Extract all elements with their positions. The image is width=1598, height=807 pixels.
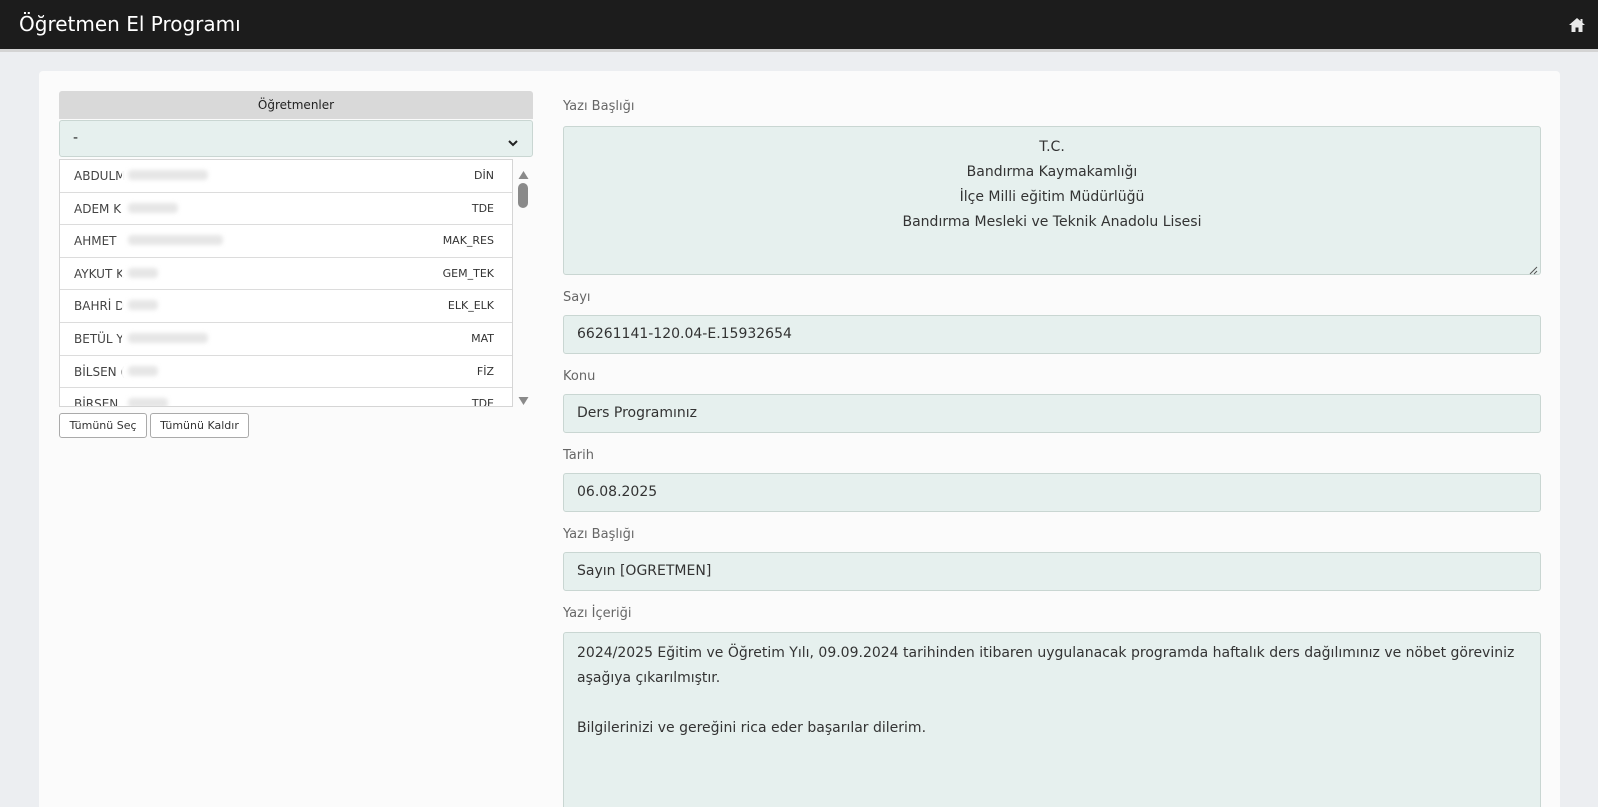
subject-input[interactable]: Ders Programınız [563,394,1541,433]
home-icon[interactable] [1568,16,1586,34]
content-blank-line [577,691,1527,716]
redacted-text [122,166,457,186]
chevron-down-icon [506,129,520,147]
list-item[interactable]: ABDULM DİN [60,160,512,193]
list-item[interactable]: BAHRİ D ELK_ELK [60,290,512,323]
subject-label: Konu [563,369,596,384]
number-input[interactable]: 66261141-120.04-E.15932654 [563,315,1541,354]
scroll-up-icon[interactable] [518,165,529,179]
redacted-text [122,361,457,382]
list-item[interactable]: AHMET MAK_RES [60,225,512,258]
content-line: aşağıya çıkarılmıştır. [577,670,721,686]
teacher-name: ABDULM [74,169,126,183]
teacher-branch: FİZ [476,364,494,378]
list-scrollbar[interactable] [514,159,533,407]
redacted-text [122,328,457,349]
scrollbar-thumb[interactable] [518,183,528,208]
teachers-header: Öğretmenler [59,91,533,119]
select-all-button[interactable]: Tümünü Seç [59,413,147,438]
date-input[interactable]: 06.08.2025 [563,473,1541,512]
top-navbar: Öğretmen El Programı [0,0,1598,52]
teacher-branch: MAT [471,331,494,345]
teacher-branch: TDE [471,397,494,407]
redacted-text [122,263,457,284]
redacted-text [122,198,457,219]
teacher-branch: TDE [471,201,494,215]
teacher-select[interactable]: - [59,120,533,157]
teacher-name: BİRSEN [74,397,119,407]
list-item[interactable]: ADEM K TDE [60,193,512,226]
list-item[interactable]: AYKUT K GEM_TEK [60,258,512,291]
number-label: Sayı [563,290,591,305]
list-item[interactable]: BİRSEN TDE [60,388,512,407]
teacher-name: AHMET [74,234,117,249]
content-line: 2024/2025 Eğitim ve Öğretim Yılı, 09.09.… [577,645,1515,661]
redacted-text [122,231,457,252]
content-label: Yazı İçeriği [563,606,632,621]
redacted-text [122,296,457,317]
teacher-list[interactable]: ABDULM DİN ADEM K TDE AHMET MAK_RES AYKU… [59,159,513,407]
date-label: Tarih [563,448,594,463]
content-line: Bilgilerinizi ve gereğini rica eder başa… [577,720,927,736]
app-title: Öğretmen El Programı [19,12,241,36]
teacher-select-value: - [73,130,79,146]
salutation-label: Yazı Başlığı [563,527,635,542]
content-textarea[interactable]: 2024/2025 Eğitim ve Öğretim Yılı, 09.09.… [563,632,1541,807]
list-item[interactable]: BETÜL Y MAT [60,323,512,356]
header-label: Yazı Başlığı [563,99,635,114]
teacher-branch: GEM_TEK [442,266,494,280]
teacher-name: BİLSEN ( [74,364,126,379]
teacher-name: AYKUT K [74,266,124,281]
resize-handle-icon[interactable] [1529,263,1538,275]
teacher-name: ADEM K [74,201,122,216]
list-item[interactable]: BİLSEN ( FİZ [60,356,512,389]
header-line: İlçe Milli eğitim Müdürlüğü [959,189,1145,205]
header-textarea[interactable]: T.C. Bandırma Kaymakamlığı İlçe Milli eğ… [563,126,1541,275]
header-line: Bandırma Mesleki ve Teknik Anadolu Lises… [902,214,1202,230]
salutation-input[interactable]: Sayın [OGRETMEN] [563,552,1541,591]
redacted-text [122,394,457,406]
teacher-branch: DİN [474,169,494,182]
header-line: Bandırma Kaymakamlığı [966,164,1138,180]
teacher-name: BAHRİ D [74,299,125,314]
remove-all-button[interactable]: Tümünü Kaldır [150,413,249,438]
header-line: T.C. [1039,139,1065,155]
teacher-name: BETÜL Y [74,331,124,346]
scroll-down-icon[interactable] [518,391,529,405]
teacher-branch: MAK_RES [442,234,494,248]
teacher-branch: ELK_ELK [447,299,494,313]
